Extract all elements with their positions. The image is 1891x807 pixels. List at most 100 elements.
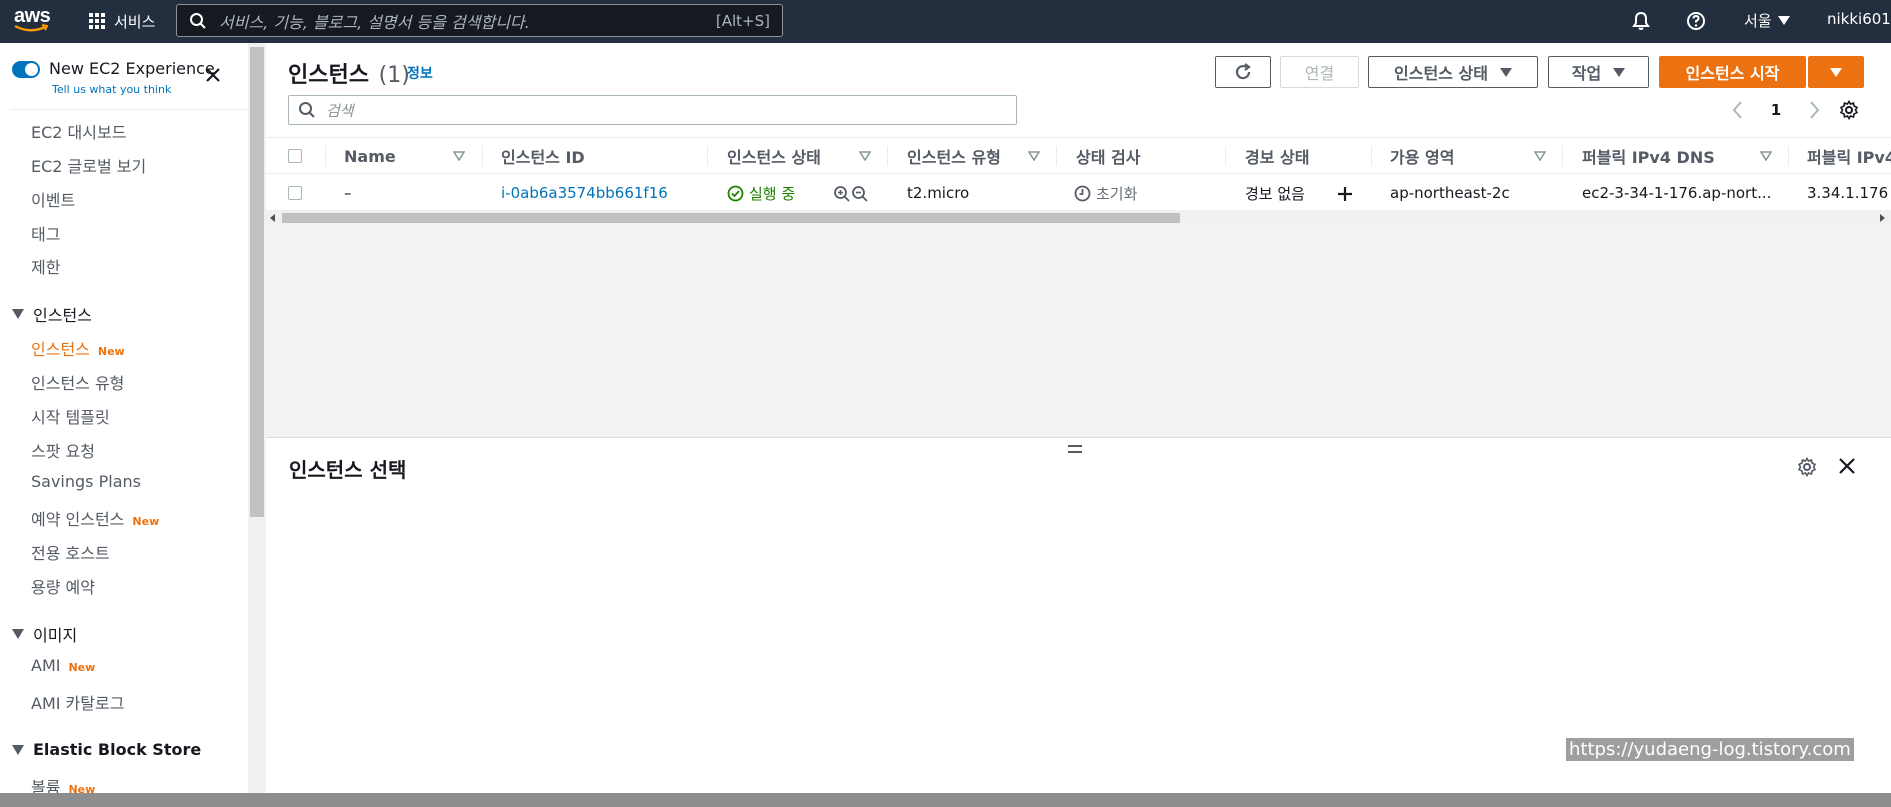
connect-label: 연결 [1304, 64, 1335, 83]
launch-instance-button[interactable]: 인스턴스 시작 [1659, 56, 1806, 88]
sidebar-item-launch-templates[interactable]: 시작 템플릿 [31, 404, 110, 428]
sort-icon[interactable] [859, 151, 871, 161]
global-search-input[interactable]: 서비스, 기능, 블로그, 설명서 등을 검색합니다. [Alt+S] [176, 4, 783, 37]
chevron-left-icon[interactable] [1731, 100, 1743, 120]
info-link[interactable]: 정보 [407, 63, 433, 83]
sidebar-item-dedicated-hosts[interactable]: 전용 호스트 [31, 540, 110, 564]
connect-button[interactable]: 연결 [1280, 56, 1359, 88]
sidebar-group-instances[interactable]: 인스턴스 [12, 302, 92, 326]
chevron-down-icon [1777, 16, 1790, 25]
search-icon [190, 12, 206, 29]
zoom-out-icon[interactable] [851, 185, 869, 203]
bell-icon[interactable] [1631, 11, 1651, 31]
services-label: 서비스 [114, 12, 156, 31]
instance-state-dropdown[interactable]: 인스턴스 상태 [1368, 56, 1538, 88]
column-header-name[interactable]: Name [344, 138, 396, 174]
column-header-public-dns[interactable]: 퍼블릭 IPv4 DNS [1582, 138, 1715, 174]
caret-down-icon [1613, 67, 1626, 77]
aws-logo[interactable]: aws [14, 6, 52, 36]
sidebar-item-instances[interactable]: 인스턴스 New [31, 336, 125, 360]
filter-placeholder: 검색 [326, 101, 354, 120]
grid-icon [89, 13, 105, 29]
split-divider[interactable] [266, 437, 1891, 438]
table-horizontal-scrollbar[interactable] [266, 210, 1891, 226]
account-menu[interactable]: nikki601 [1827, 10, 1891, 28]
search-shortcut: [Alt+S] [715, 11, 770, 30]
cell-name[interactable]: – [344, 176, 352, 210]
caret-down-icon [1499, 67, 1512, 77]
caret-down-icon [12, 744, 24, 755]
clock-icon [1074, 185, 1091, 201]
column-header-instance-state[interactable]: 인스턴스 상태 [727, 138, 821, 174]
column-header-public-ip[interactable]: 퍼블릭 IPv4 [1807, 138, 1891, 174]
sidebar-item-capacity-reservations[interactable]: 용량 예약 [31, 574, 95, 598]
refresh-button[interactable] [1215, 56, 1271, 88]
top-navigation: aws 서비스 서비스, 기능, 블로그, 설명서 등을 검색합니다. [Alt… [0, 0, 1891, 43]
actions-dropdown[interactable]: 작업 [1548, 56, 1649, 88]
sidebar-item-instance-types[interactable]: 인스턴스 유형 [31, 370, 124, 394]
scrollbar-thumb[interactable] [282, 213, 1180, 223]
zoom-in-icon[interactable] [833, 185, 851, 203]
chevron-right-icon[interactable] [1809, 100, 1821, 120]
sidebar-item-global-view[interactable]: EC2 글로벌 보기 [31, 153, 146, 177]
row-checkbox[interactable] [288, 186, 302, 200]
instance-state-label: 인스턴스 상태 [1394, 64, 1488, 83]
sidebar-group-ebs[interactable]: Elastic Block Store [12, 740, 201, 759]
sidebar-item-savings-plans[interactable]: Savings Plans [31, 472, 141, 491]
sidebar-item-label: 인스턴스 [31, 340, 90, 359]
drag-handle-icon[interactable] [1068, 445, 1082, 453]
sidebar-item-label: AMI [31, 656, 61, 675]
region-label: 서울 [1744, 12, 1772, 30]
search-icon [299, 102, 315, 118]
region-selector[interactable]: 서울 [1744, 10, 1790, 31]
launch-instance-dropdown[interactable] [1808, 56, 1864, 88]
close-icon[interactable] [205, 67, 221, 83]
cell-instance-state: 실행 중 [727, 176, 795, 210]
select-all-checkbox[interactable] [288, 149, 302, 163]
cell-instance-id[interactable]: i-0ab6a3574bb661f16 [501, 176, 668, 210]
actions-label: 작업 [1571, 64, 1602, 83]
page-number[interactable]: 1 [1771, 101, 1781, 119]
cell-public-ip[interactable]: 3.34.1.176 [1807, 176, 1888, 210]
sidebar-item-ami-catalog[interactable]: AMI 카탈로그 [31, 690, 124, 714]
sidebar-item-limits[interactable]: 제한 [31, 254, 60, 278]
feedback-link[interactable]: Tell us what you think [52, 83, 171, 96]
sidebar: New EC2 Experience Tell us what you thin… [0, 43, 266, 807]
cell-public-dns[interactable]: ec2-3-34-1-176.ap-nort... [1582, 176, 1771, 210]
sort-icon[interactable] [1760, 151, 1772, 161]
services-menu-button[interactable]: 서비스 [89, 9, 155, 33]
sidebar-item-ami[interactable]: AMI New [31, 656, 95, 675]
sort-icon[interactable] [453, 151, 465, 161]
refresh-icon [1235, 63, 1251, 80]
new-experience-toggle[interactable] [12, 61, 40, 78]
caret-down-icon [12, 629, 24, 639]
scroll-right-arrow-icon[interactable] [1880, 214, 1885, 222]
sidebar-item-spot-requests[interactable]: 스팟 요청 [31, 438, 95, 462]
cell-availability-zone: ap-northeast-2c [1390, 184, 1510, 202]
cell-instance-type: t2.micro [907, 184, 970, 202]
sidebar-item-reserved-instances[interactable]: 예약 인스턴스 New [31, 506, 159, 530]
column-header-availability-zone[interactable]: 가용 영역 [1390, 138, 1454, 174]
column-header-alarm-status[interactable]: 경보 상태 [1245, 138, 1309, 174]
sidebar-scrollbar-thumb[interactable] [250, 47, 264, 517]
cell-alarm-status: 경보 없음 [1245, 184, 1305, 203]
scroll-left-arrow-icon[interactable] [270, 214, 275, 222]
plus-icon[interactable] [1336, 185, 1354, 203]
sidebar-group-images[interactable]: 이미지 [12, 622, 77, 646]
new-badge: New [68, 661, 96, 674]
column-header-instance-id[interactable]: 인스턴스 ID [501, 138, 585, 174]
column-header-instance-type[interactable]: 인스턴스 유형 [907, 138, 1001, 174]
check-circle-icon [727, 185, 744, 201]
sidebar-item-dashboard[interactable]: EC2 대시보드 [31, 119, 126, 143]
sidebar-item-tags[interactable]: 태그 [31, 221, 60, 245]
sort-icon[interactable] [1534, 151, 1546, 161]
sidebar-item-events[interactable]: 이벤트 [31, 187, 75, 211]
column-header-status-check[interactable]: 상태 검사 [1076, 138, 1140, 174]
instance-filter-input[interactable]: 검색 [288, 95, 1017, 125]
sort-icon[interactable] [1028, 151, 1040, 161]
page-title-text: 인스턴스 [288, 63, 369, 88]
close-icon[interactable] [1838, 457, 1856, 475]
help-icon[interactable] [1686, 11, 1706, 31]
gear-icon[interactable] [1797, 457, 1817, 477]
gear-icon[interactable] [1839, 100, 1859, 120]
